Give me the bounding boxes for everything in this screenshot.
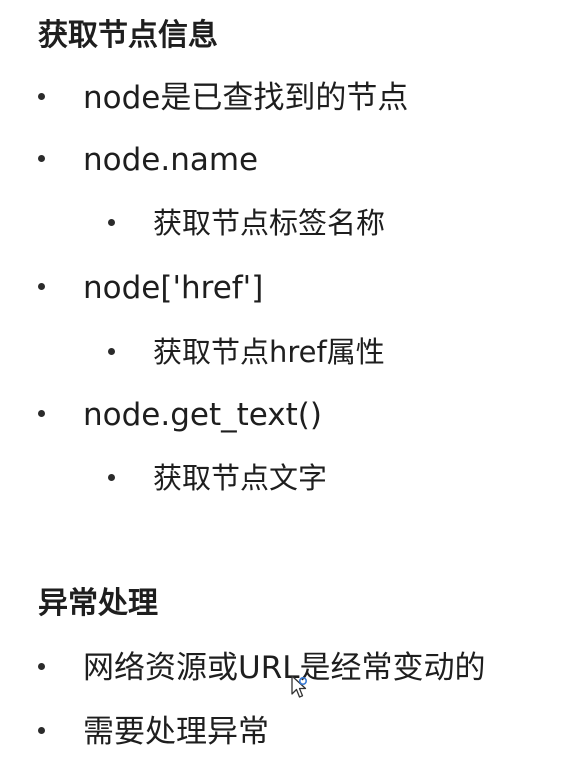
slide-page: 获取节点信息 node是已查找到的节点 node.name 获取节点标签名称 n… xyxy=(0,0,564,764)
list-item-text: node是已查找到的节点 xyxy=(83,80,409,116)
list-item: node是已查找到的节点 xyxy=(38,78,408,118)
bullet-icon xyxy=(38,727,45,734)
section-heading-exception-handling: 异常处理 xyxy=(38,586,158,621)
list-item-text: 网络资源或URL是经常变动的 xyxy=(83,650,486,686)
bullet-icon xyxy=(38,283,45,290)
list-item: node.get_text() xyxy=(38,395,322,435)
bullet-icon xyxy=(38,410,45,417)
sub-list-item-text: 获取节点href属性 xyxy=(153,335,385,369)
list-item: node.name xyxy=(38,140,258,180)
bullet-icon xyxy=(108,473,115,481)
sub-list-item: 获取节点标签名称 xyxy=(108,203,385,243)
list-item: 需要处理异常 xyxy=(38,712,269,752)
list-item-text: node['href'] xyxy=(83,270,264,306)
list-item-text: 需要处理异常 xyxy=(83,714,269,750)
bullet-icon xyxy=(108,218,115,226)
section-heading-node-info: 获取节点信息 xyxy=(38,18,218,53)
list-item-text: node.name xyxy=(83,142,259,178)
bullet-icon xyxy=(38,93,45,100)
sub-list-item-text: 获取节点文字 xyxy=(153,461,328,495)
list-item: node['href'] xyxy=(38,268,263,308)
bullet-icon xyxy=(108,347,115,355)
mouse-pointer-icon xyxy=(291,675,308,698)
list-item: 网络资源或URL是经常变动的 xyxy=(38,648,486,688)
sub-list-item: 获取节点href属性 xyxy=(108,332,385,372)
sub-list-item-text: 获取节点标签名称 xyxy=(153,206,386,240)
sub-list-item: 获取节点文字 xyxy=(108,458,327,498)
bullet-icon xyxy=(38,663,45,670)
list-item-text: node.get_text() xyxy=(83,397,322,433)
bullet-icon xyxy=(38,155,45,162)
